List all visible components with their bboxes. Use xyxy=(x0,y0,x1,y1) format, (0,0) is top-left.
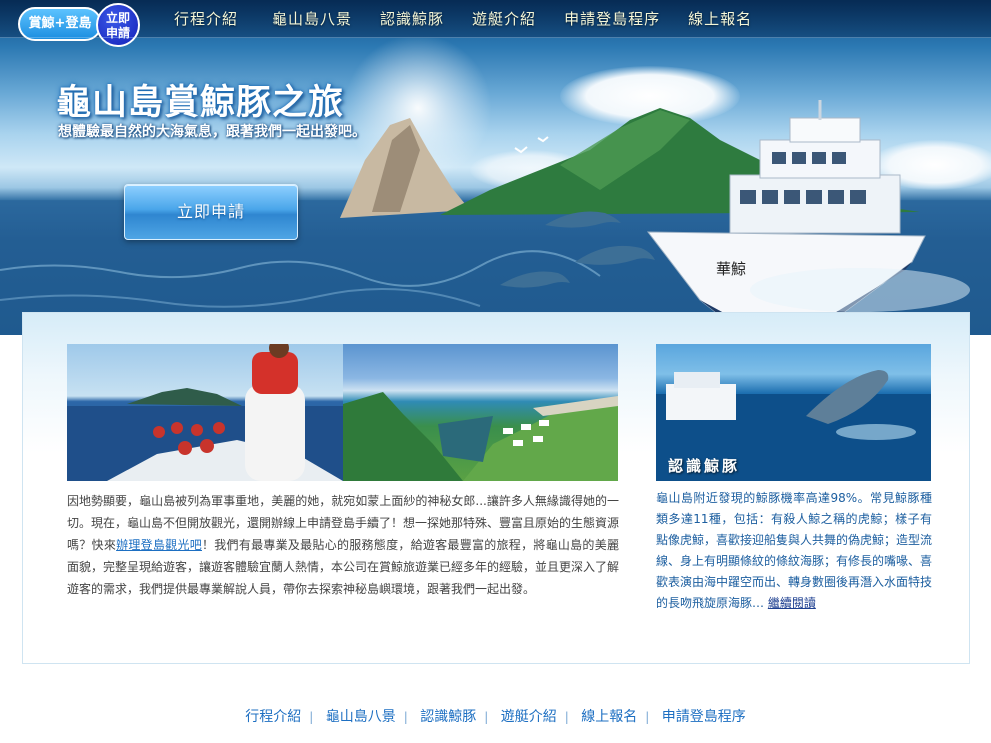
cetacean-text: 龜山島附近發現的鯨豚機率高達98%。常見鯨豚種類多達11種，包括：有殺人鯨之稱的… xyxy=(656,488,932,614)
footer-separator: | xyxy=(564,710,569,724)
apply-now-button[interactable]: 立即申請 xyxy=(124,184,298,240)
intro-text: 因地勢顯要，龜山島被列為軍事重地，美麗的她，就宛如蒙上面紗的神秘女郎...讓許多… xyxy=(67,490,619,600)
read-more-link[interactable]: 繼續閱讀 xyxy=(768,596,816,610)
page: 華鯨 賞鯨+登島 立即 申請 行程介紹 龜山島八景 認識鯨豚 遊艇介紹 申請登島… xyxy=(0,0,991,743)
main-nav: 行程介紹 龜山島八景 認識鯨豚 遊艇介紹 申請登島程序 線上報名 xyxy=(160,0,766,38)
footer-link-eight-views[interactable]: 龜山島八景 xyxy=(320,709,402,725)
nav-item-signup[interactable]: 線上報名 xyxy=(674,0,766,38)
footer-separator: | xyxy=(309,710,314,724)
footer-nav: 行程介紹 | 龜山島八景 | 認識鯨豚 | 遊艇介紹 | 線上報名 | 申請登島程序 xyxy=(0,706,991,726)
footer-link-yacht[interactable]: 遊艇介紹 xyxy=(495,709,563,725)
nav-item-cetaceans[interactable]: 認識鯨豚 xyxy=(366,0,458,38)
footer-separator: | xyxy=(403,710,408,724)
landing-tour-link[interactable]: 辦理登島觀光吧 xyxy=(116,538,202,552)
boat-name: 華鯨 xyxy=(716,260,746,278)
nav-item-landing-procedure[interactable]: 申請登島程序 xyxy=(550,0,674,38)
footer-link-cetaceans[interactable]: 認識鯨豚 xyxy=(414,709,482,725)
top-navbar: 賞鯨+登島 立即 申請 行程介紹 龜山島八景 認識鯨豚 遊艇介紹 申請登島程序 … xyxy=(0,0,991,47)
logo-badge-line1: 立即 xyxy=(105,11,130,25)
footer-link-itinerary[interactable]: 行程介紹 xyxy=(239,709,307,725)
hero-subtitle: 想體驗最自然的大海氣息，跟著我們一起出發吧。 xyxy=(58,124,366,140)
photo-boat-passengers xyxy=(67,344,343,481)
hero-banner: 華鯨 xyxy=(0,0,991,335)
nav-item-eight-views[interactable]: 龜山島八景 xyxy=(258,0,366,38)
logo-pill: 賞鯨+登島 xyxy=(18,7,102,41)
hero-scene: 華鯨 xyxy=(0,100,991,335)
cetacean-text-body: 龜山島附近發現的鯨豚機率高達98%。常見鯨豚種類多達11種，包括：有殺人鯨之稱的… xyxy=(656,491,933,610)
footer-separator: | xyxy=(645,710,650,724)
logo-apply-badge[interactable]: 立即 申請 xyxy=(96,3,140,47)
footer-separator: | xyxy=(484,710,489,724)
footer-link-landing-procedure[interactable]: 申請登島程序 xyxy=(656,709,752,725)
hero-title: 龜山島賞鯨豚之旅 xyxy=(56,83,345,123)
photo-caption: 認識鯨豚 xyxy=(668,457,741,475)
nav-item-itinerary[interactable]: 行程介紹 xyxy=(160,0,252,38)
photo-island-aerial xyxy=(343,344,618,481)
logo-badge-line2: 申請 xyxy=(105,26,130,40)
footer-link-signup[interactable]: 線上報名 xyxy=(575,709,643,725)
nav-item-yacht[interactable]: 遊艇介紹 xyxy=(458,0,550,38)
site-logo[interactable]: 賞鯨+登島 立即 申請 xyxy=(18,3,142,47)
